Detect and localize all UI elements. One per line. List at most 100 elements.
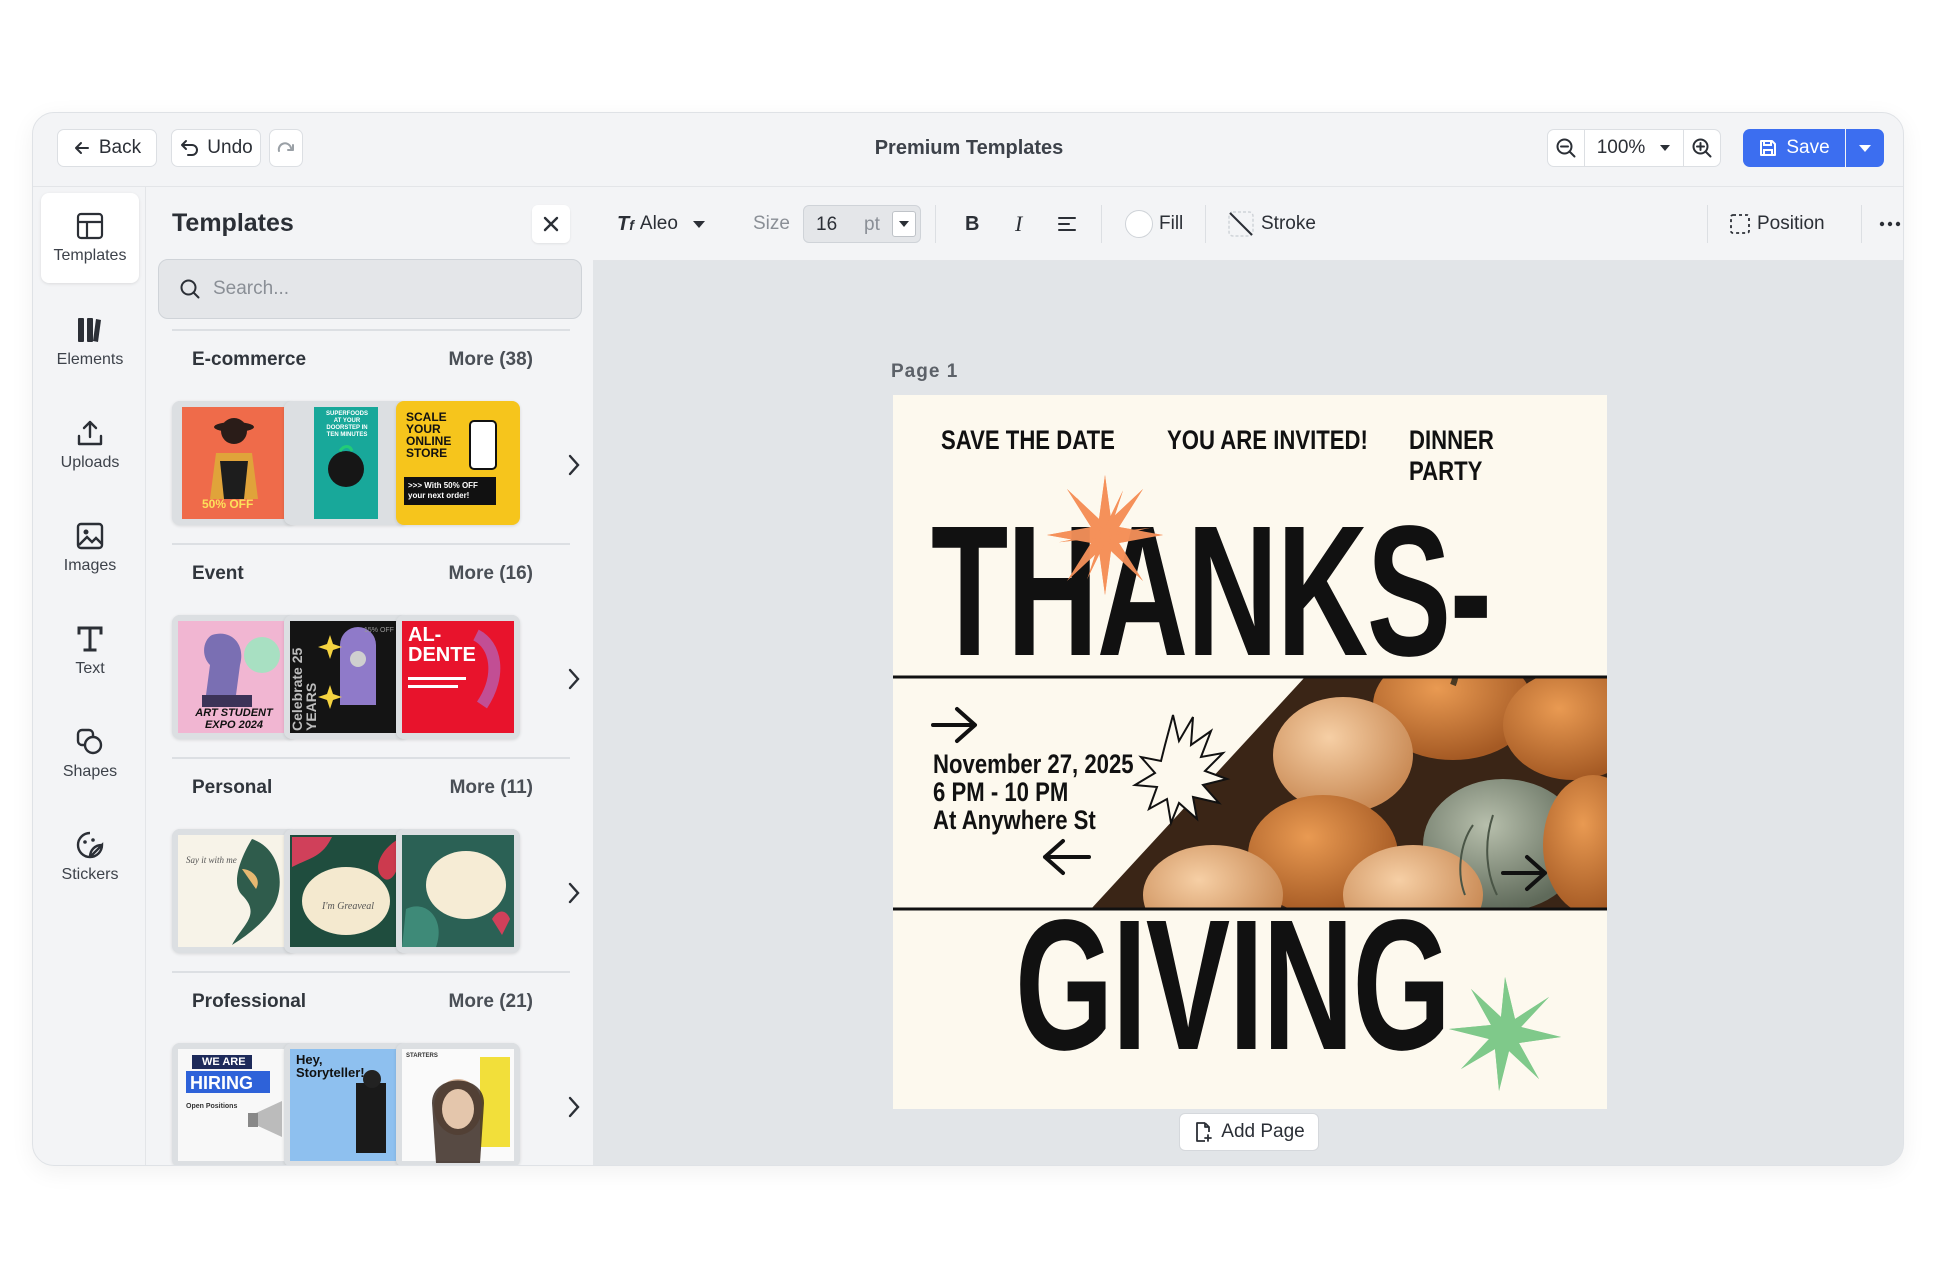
toolbar-divider: [1101, 205, 1102, 243]
zoom-out-icon: [1556, 138, 1576, 158]
left-nav: Templates Elements Uploads Images Text S…: [33, 187, 145, 1165]
template-thumb-ecommerce-2[interactable]: SUPERFOODS AT YOUR DOORSTEP IN TEN MINUT…: [284, 401, 408, 525]
template-thumb-ecommerce-3[interactable]: SCALE YOUR ONLINE STORE >>> With 50% OFF…: [396, 401, 520, 525]
chevron-right-icon[interactable]: [564, 1092, 584, 1122]
font-size-input[interactable]: 16 pt: [803, 205, 921, 243]
size-dropdown-button[interactable]: [892, 211, 916, 237]
template-thumb-event-2[interactable]: Celebrate 25 YEARS 15% OFF: [284, 615, 408, 739]
design-headline-thanks[interactable]: THANKS-: [931, 499, 1492, 685]
position-label: Position: [1757, 213, 1825, 234]
template-thumb-text: >>> With 50% OFF your next order!: [408, 481, 478, 500]
template-thumb-text: WE ARE: [202, 1056, 246, 1068]
panel-title: Templates: [172, 209, 294, 237]
stroke-button[interactable]: Stroke: [1227, 207, 1316, 241]
zoom-value: 100%: [1596, 137, 1646, 158]
template-thumb-event-3[interactable]: AL- DENTE: [396, 615, 520, 739]
more-options-button[interactable]: [1879, 207, 1901, 241]
section-divider: [172, 971, 570, 973]
fill-swatch: [1125, 210, 1153, 238]
nav-item-shapes[interactable]: Shapes: [41, 709, 139, 799]
design-text-invited[interactable]: YOU ARE INVITED!: [1167, 425, 1368, 456]
add-page-button[interactable]: Add Page: [1179, 1113, 1319, 1151]
font-icon: Tf: [617, 212, 634, 235]
nav-label: Shapes: [62, 763, 118, 780]
position-icon: [1730, 214, 1750, 234]
chevron-right-icon[interactable]: [564, 450, 584, 480]
design-text-time[interactable]: 6 PM - 10 PM: [933, 779, 1068, 806]
nav-label: Elements: [56, 351, 124, 368]
template-preview: [172, 829, 296, 953]
chevron-right-icon[interactable]: [564, 664, 584, 694]
chevron-right-icon[interactable]: [564, 878, 584, 908]
toolbar-divider: [1205, 205, 1206, 243]
toolbar-divider: [1861, 205, 1862, 243]
add-page-label: Add Page: [1221, 1121, 1305, 1142]
italic-button[interactable]: I: [1015, 207, 1022, 241]
more-personal-link[interactable]: More (11): [450, 777, 533, 799]
font-select[interactable]: Tf Aleo: [617, 207, 706, 241]
design-headline-giving[interactable]: GIVING: [1015, 893, 1451, 1079]
template-thumb-text: Say it with me: [186, 855, 237, 865]
layout-icon: [76, 212, 104, 240]
nav-item-text[interactable]: Text: [41, 606, 139, 696]
nav-item-elements[interactable]: Elements: [41, 297, 139, 387]
nav-label: Stickers: [61, 866, 119, 883]
bold-button[interactable]: B: [965, 207, 979, 241]
template-thumb-text: Open Positions: [186, 1103, 238, 1110]
template-thumb-text: I'm Greaveal: [322, 901, 375, 912]
template-thumb-event-1[interactable]: ART STUDENT EXPO 2024: [172, 615, 296, 739]
more-professional-link[interactable]: More (21): [449, 991, 533, 1013]
fill-button[interactable]: Fill: [1125, 207, 1183, 241]
template-thumb-text: AL- DENTE: [408, 624, 476, 666]
section-title-ecommerce: E-commerce: [192, 349, 307, 370]
template-thumb-personal-1[interactable]: Say it with me: [172, 829, 296, 953]
nav-item-images[interactable]: Images: [41, 503, 139, 593]
template-thumb-text: Celebrate 25 YEARS: [289, 647, 319, 731]
more-horizontal-icon: [1879, 221, 1901, 227]
section-divider: [172, 329, 570, 331]
search-input[interactable]: [213, 278, 553, 300]
save-dropdown-button[interactable]: [1846, 129, 1884, 167]
section-title-personal: Personal: [192, 777, 273, 798]
zoom-in-icon: [1692, 138, 1712, 158]
image-icon: [76, 522, 104, 550]
caret-down-icon: [692, 220, 705, 228]
nav-label: Templates: [53, 247, 127, 264]
design-text-save-the-date[interactable]: SAVE THE DATE: [941, 425, 1115, 456]
font-size-unit: pt: [864, 214, 880, 235]
save-button[interactable]: Save: [1743, 129, 1845, 167]
template-thumb-text: ART STUDENT EXPO 2024: [195, 707, 273, 731]
template-thumb-personal-2[interactable]: I'm Greaveal: [284, 829, 408, 953]
close-panel-button[interactable]: [532, 205, 570, 243]
more-event-link[interactable]: More (16): [449, 563, 533, 585]
nav-item-stickers[interactable]: Stickers: [41, 812, 139, 902]
template-thumb-professional-3[interactable]: STARTERS: [396, 1043, 520, 1165]
template-thumb-professional-2[interactable]: Hey, Storyteller!: [284, 1043, 408, 1165]
design-text-place[interactable]: At Anywhere St: [933, 807, 1096, 834]
nav-item-uploads[interactable]: Uploads: [41, 400, 139, 490]
template-thumb-professional-1[interactable]: WE ARE HIRING Open Positions: [172, 1043, 296, 1165]
design-text-dinner-party[interactable]: DINNER PARTY: [1409, 425, 1571, 487]
nav-label: Uploads: [60, 454, 120, 471]
template-thumb-text: SUPERFOODS AT YOUR DOORSTEP IN TEN MINUT…: [325, 411, 368, 438]
template-preview: [396, 829, 520, 953]
editor-app: Back Undo Premium Templates 100% Save Te…: [32, 112, 1904, 1166]
search-box[interactable]: [158, 259, 582, 319]
floppy-disk-icon: [1760, 140, 1777, 156]
zoom-select[interactable]: 100%: [1584, 129, 1684, 167]
design-page[interactable]: SAVE THE DATE YOU ARE INVITED! DINNER PA…: [893, 395, 1607, 1109]
zoom-out-button[interactable]: [1547, 129, 1585, 167]
design-text-date[interactable]: November 27, 2025: [933, 751, 1134, 778]
template-preview: [396, 1043, 520, 1165]
more-ecommerce-link[interactable]: More (38): [449, 349, 533, 371]
template-thumb-ecommerce-1[interactable]: 50% OFF: [172, 401, 296, 525]
template-thumb-personal-3[interactable]: [396, 829, 520, 953]
zoom-in-button[interactable]: [1683, 129, 1721, 167]
toolbar-divider: [1707, 205, 1708, 243]
nav-item-templates[interactable]: Templates: [41, 193, 139, 283]
orange-star-icon: [1047, 475, 1163, 595]
section-divider: [172, 757, 570, 759]
position-button[interactable]: Position: [1729, 207, 1825, 241]
stroke-none-icon: [1228, 211, 1254, 237]
align-button[interactable]: [1057, 207, 1077, 241]
